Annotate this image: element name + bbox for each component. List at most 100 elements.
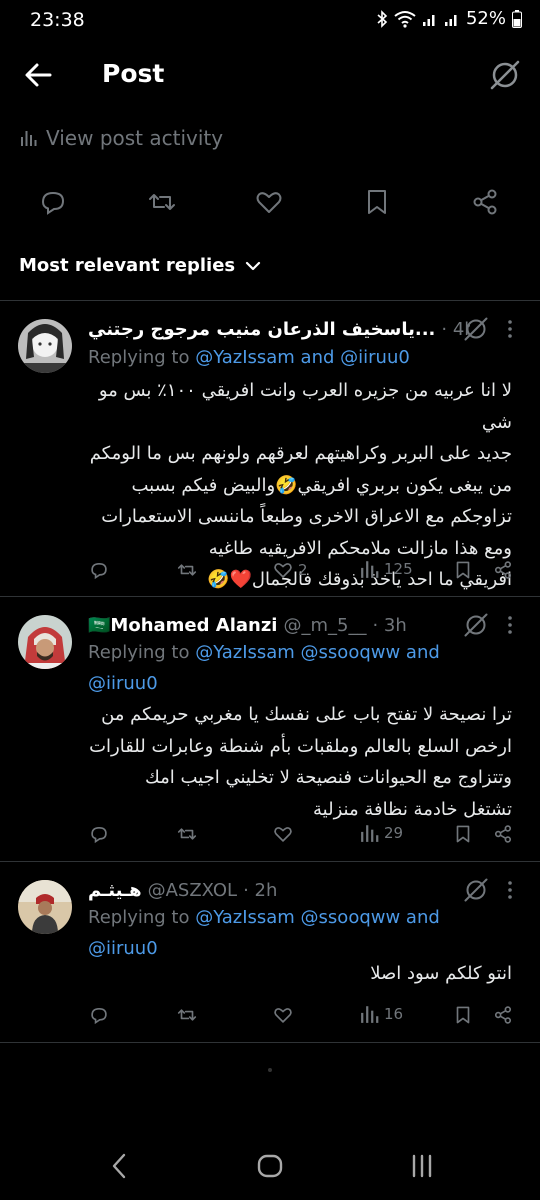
grok-icon <box>490 60 520 90</box>
reply-retweet-button[interactable] <box>176 823 198 845</box>
view-count: 29 <box>384 824 404 842</box>
reply-grok-button[interactable] <box>462 315 490 343</box>
avatar[interactable] <box>18 319 72 373</box>
reply-item[interactable]: 🇸🇦Mohamed Alanzi @_m_5__ · 3h Replying t… <box>0 597 540 861</box>
page-title: Post <box>102 59 165 88</box>
nav-back-button[interactable] <box>100 1146 140 1186</box>
reply-time: · 3h <box>372 614 407 636</box>
grok-button[interactable] <box>488 58 522 92</box>
wifi-icon <box>394 10 416 28</box>
share-button[interactable] <box>469 186 501 218</box>
avatar[interactable] <box>18 615 72 669</box>
reply-retweet-button[interactable] <box>176 559 198 581</box>
grok-icon <box>464 613 488 637</box>
reply-header: ياسخيف الذرعان منيب مرجوج رجتني... · 4h <box>88 315 470 343</box>
reply-actions: 29 <box>88 823 518 851</box>
replying-to: Replying to @YazIssam @ssooqww and @iiruu… <box>88 642 440 694</box>
more-icon <box>508 616 512 634</box>
reply-icon <box>91 1007 107 1025</box>
status-icons: 52% <box>376 8 522 29</box>
reply-views-button[interactable]: 29 <box>360 823 403 843</box>
reply-author-name[interactable]: ياسخيف الذرعان منيب مرجوج رجتني... <box>88 319 435 340</box>
battery-icon <box>512 9 522 28</box>
home-icon <box>257 1154 283 1178</box>
heart-icon <box>274 563 292 578</box>
reply-author-name[interactable]: 🇸🇦Mohamed Alanzi <box>88 615 277 636</box>
more-icon <box>508 881 512 899</box>
views-icon <box>361 825 379 842</box>
reply-retweet-button[interactable] <box>176 1004 198 1026</box>
replying-to: Replying to @YazIssam @ssooqww and @iiruu… <box>88 907 440 959</box>
retweet-button[interactable] <box>146 186 178 218</box>
activity-icon <box>21 131 37 146</box>
reply-share-button[interactable] <box>492 559 514 581</box>
reply-more-button[interactable] <box>500 317 520 341</box>
share-icon <box>494 1006 512 1024</box>
reply-author-name[interactable]: هـيثـم <box>88 880 142 901</box>
reply-header: 🇸🇦Mohamed Alanzi @_m_5__ · 3h <box>88 611 470 639</box>
post-action-bar <box>0 182 540 222</box>
reply-mentions[interactable]: @YazIssam @ssooqww and <box>195 642 440 663</box>
reply-like-button[interactable] <box>272 1004 298 1026</box>
reply-share-button[interactable] <box>492 823 514 845</box>
divider <box>0 1042 540 1043</box>
activity-label: View post activity <box>46 126 224 150</box>
retweet-icon <box>177 564 197 576</box>
replies-sort-dropdown[interactable]: Most relevant replies <box>19 255 261 276</box>
nav-home-button[interactable] <box>250 1146 290 1186</box>
reply-views-button[interactable]: 125 <box>360 559 413 579</box>
reply-mentions[interactable]: @YazIssam and @iiruu0 <box>195 347 410 368</box>
reply-grok-button[interactable] <box>462 611 490 639</box>
reply-bookmark-button[interactable] <box>452 1004 474 1026</box>
reply-bookmark-button[interactable] <box>452 823 474 845</box>
reply-views-button[interactable]: 16 <box>360 1004 403 1024</box>
reply-like-button[interactable]: 2 <box>272 559 308 581</box>
bluetooth-icon <box>377 9 388 28</box>
reply-button[interactable] <box>37 186 69 218</box>
reply-mentions-2[interactable]: @iiruu0 <box>88 673 158 694</box>
signal-icon <box>422 14 435 26</box>
grok-icon <box>464 317 488 341</box>
like-button[interactable] <box>253 186 285 218</box>
reply-reply-button[interactable] <box>88 1004 110 1026</box>
reply-like-button[interactable] <box>272 823 298 845</box>
reply-reply-button[interactable] <box>88 823 110 845</box>
reply-more-button[interactable] <box>500 613 520 637</box>
avatar[interactable] <box>18 880 72 934</box>
reply-share-button[interactable] <box>492 1004 514 1026</box>
reply-reply-button[interactable] <box>88 559 110 581</box>
reply-icon <box>91 826 107 844</box>
reply-actions: 16 <box>88 1004 518 1032</box>
replies-sort-label: Most relevant replies <box>19 255 236 276</box>
reply-item[interactable]: هـيثـم @ASZXOL · 2h Replying to @YazIssa… <box>0 862 540 1042</box>
reply-icon <box>91 562 107 580</box>
app-bar: Post <box>0 48 540 104</box>
battery-percent: 52% <box>465 8 506 29</box>
heart-icon <box>274 1008 292 1023</box>
views-icon <box>361 561 379 578</box>
nav-recents-button[interactable] <box>402 1146 442 1186</box>
back-button[interactable] <box>22 60 56 90</box>
signal-icon-2 <box>444 14 457 26</box>
reply-mentions-2[interactable]: @iiruu0 <box>88 938 158 959</box>
reply-item[interactable]: ياسخيف الذرعان منيب مرجوج رجتني... · 4h … <box>0 301 540 596</box>
reply-more-button[interactable] <box>500 878 520 902</box>
view-count: 16 <box>384 1005 404 1023</box>
reply-text: ترا نصيحة لا تفتح باب على نفسك يا مغربي … <box>89 704 512 820</box>
chevron-left-icon <box>112 1153 126 1179</box>
bookmark-button[interactable] <box>361 186 393 218</box>
retweet-icon <box>177 828 197 840</box>
bookmark-icon <box>456 561 470 579</box>
more-icon <box>508 320 512 338</box>
reply-mentions[interactable]: @YazIssam @ssooqww and <box>195 907 440 928</box>
reply-bookmark-button[interactable] <box>452 559 474 581</box>
reply-handle: @ASZXOL <box>147 879 238 901</box>
reply-grok-button[interactable] <box>462 876 490 904</box>
share-icon <box>494 561 512 579</box>
view-post-activity[interactable]: View post activity <box>20 122 223 154</box>
chevron-down-icon <box>246 261 261 270</box>
reply-actions: 2 125 <box>88 559 518 587</box>
view-count: 125 <box>384 560 413 578</box>
recents-icon <box>412 1154 432 1178</box>
retweet-icon <box>149 194 175 210</box>
